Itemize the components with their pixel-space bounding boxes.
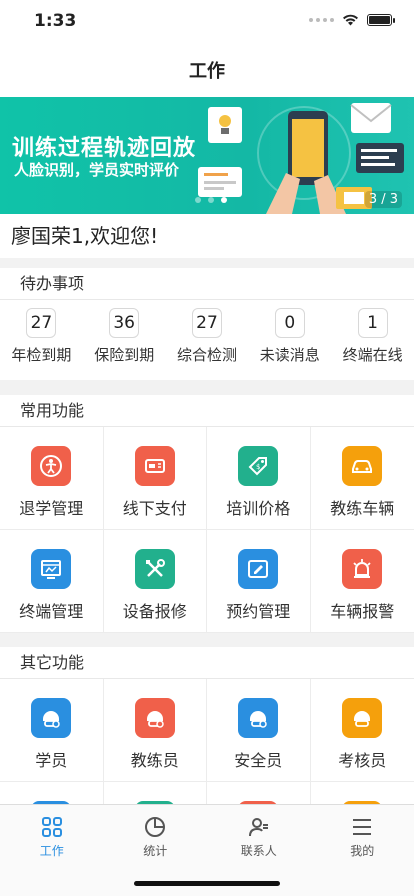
examiner-helmet-icon	[342, 698, 383, 738]
appointment-edit-icon	[238, 549, 279, 589]
todo-label: 未读消息	[259, 346, 320, 364]
menu-icon	[353, 819, 372, 835]
other-item-label: 教练员	[130, 751, 179, 770]
tab-mine[interactable]: 我的	[311, 805, 414, 896]
todo-count: 27	[191, 308, 222, 338]
common-item-vehicle-alarm[interactable]: 车辆报警	[310, 530, 414, 633]
other-item-label: 安全员	[234, 751, 283, 770]
coach-helmet-icon	[134, 698, 175, 738]
tab-label: 工作	[39, 844, 64, 858]
common-item-appointment[interactable]: 预约管理	[207, 530, 311, 633]
todo-item-unread[interactable]: 0 未读消息	[248, 300, 331, 380]
todo-title: 待办事项	[0, 268, 414, 300]
other-item-more-3[interactable]	[207, 782, 311, 804]
other-item-more-2[interactable]	[104, 782, 207, 804]
other-item-label: 学员	[35, 751, 68, 770]
banner-title: 训练过程轨迹回放	[12, 136, 197, 161]
car-icon	[342, 446, 383, 486]
todo-label: 终端在线	[342, 346, 403, 364]
status-time: 1:33	[34, 11, 77, 31]
pie-chart-icon	[145, 817, 166, 837]
todo-count: 36	[109, 308, 140, 338]
common-item-withdrawal[interactable]: 退学管理	[0, 427, 104, 530]
todo-item-annual-inspection[interactable]: 27 年检到期	[0, 300, 83, 380]
banner-counter: 3 / 3	[364, 191, 402, 208]
other-item-examiner[interactable]: 考核员	[310, 679, 414, 782]
common-item-label: 培训价格	[226, 499, 291, 518]
todo-count: 27	[26, 308, 57, 338]
safety-helmet-icon	[238, 698, 279, 738]
other-grid: 学员 教练员 安全员 考核员	[0, 679, 414, 804]
common-item-equipment-repair[interactable]: 设备报修	[103, 530, 207, 633]
common-item-label: 预约管理	[226, 602, 291, 621]
todo-item-terminal-online[interactable]: 1 终端在线	[331, 300, 414, 380]
common-item-label: 车辆报警	[330, 602, 395, 621]
todo-label: 保险到期	[94, 346, 155, 364]
battery-icon	[367, 14, 395, 26]
svg-text:$: $	[256, 463, 260, 471]
other-item-more-4[interactable]	[311, 782, 414, 804]
common-item-training-price[interactable]: $ 培训价格	[207, 427, 311, 530]
todo-section: 待办事项 27 年检到期 36 保险到期 27 综合检测 0 未读消息 1 终端在线	[0, 268, 414, 380]
person-exit-icon	[31, 446, 72, 486]
common-item-label: 退学管理	[19, 499, 84, 518]
tab-work[interactable]: 工作	[0, 805, 104, 896]
terminal-monitor-icon	[31, 549, 72, 589]
todo-count: 1	[357, 308, 388, 338]
status-bar: 1:33	[0, 0, 414, 44]
common-item-terminal-mgmt[interactable]: 终端管理	[0, 530, 104, 633]
common-item-offline-payment[interactable]: 线下支付	[103, 427, 207, 530]
other-section: 其它功能 学员 教练员 安全员 考核员	[0, 647, 414, 804]
common-section: 常用功能 退学管理 线下支付 $ 培训价格 教练车辆 终端管理 设备报修 预约管…	[0, 395, 414, 633]
other-item-coach[interactable]: 教练员	[103, 679, 207, 782]
common-grid: 退学管理 线下支付 $ 培训价格 教练车辆 终端管理 设备报修 预约管理 车辆报	[0, 427, 414, 633]
wifi-icon	[343, 14, 358, 26]
common-item-coach-vehicles[interactable]: 教练车辆	[310, 427, 414, 530]
common-item-label: 教练车辆	[330, 499, 395, 518]
other-item-more-1[interactable]	[0, 782, 104, 804]
contacts-icon	[248, 818, 268, 837]
tab-label: 我的	[350, 844, 375, 858]
cash-payment-icon	[134, 446, 175, 486]
signal-icon	[309, 18, 334, 22]
todo-item-inspection[interactable]: 27 综合检测	[166, 300, 249, 380]
price-tag-icon: $	[238, 446, 279, 486]
home-indicator	[134, 881, 280, 886]
banner-pagination	[195, 197, 227, 203]
other-item-safety-officer[interactable]: 安全员	[207, 679, 311, 782]
common-item-label: 线下支付	[122, 499, 187, 518]
other-item-student[interactable]: 学员	[0, 679, 104, 782]
todo-list: 27 年检到期 36 保险到期 27 综合检测 0 未读消息 1 终端在线	[0, 300, 414, 380]
student-helmet-icon	[31, 698, 72, 738]
todo-item-insurance[interactable]: 36 保险到期	[83, 300, 166, 380]
todo-count: 0	[274, 308, 305, 338]
todo-label: 年检到期	[11, 346, 72, 364]
promo-banner[interactable]: 训练过程轨迹回放 人脸识别，学员实时评价 3 / 3	[0, 97, 414, 214]
common-item-label: 终端管理	[19, 602, 84, 621]
todo-label: 综合检测	[176, 346, 237, 364]
status-icons	[309, 14, 395, 26]
grid-icon	[41, 817, 62, 837]
alarm-siren-icon	[342, 549, 383, 589]
tab-label: 联系人	[240, 844, 277, 858]
other-title: 其它功能	[0, 647, 414, 679]
common-title: 常用功能	[0, 395, 414, 427]
other-item-label: 考核员	[338, 751, 387, 770]
tab-label: 统计	[143, 844, 168, 858]
banner-subtitle: 人脸识别，学员实时评价	[14, 161, 180, 179]
common-item-label: 设备报修	[122, 602, 187, 621]
nav-title: 工作	[0, 44, 414, 97]
repair-tools-icon	[134, 549, 175, 589]
welcome-text: 廖国荣1,欢迎您!	[0, 214, 414, 258]
